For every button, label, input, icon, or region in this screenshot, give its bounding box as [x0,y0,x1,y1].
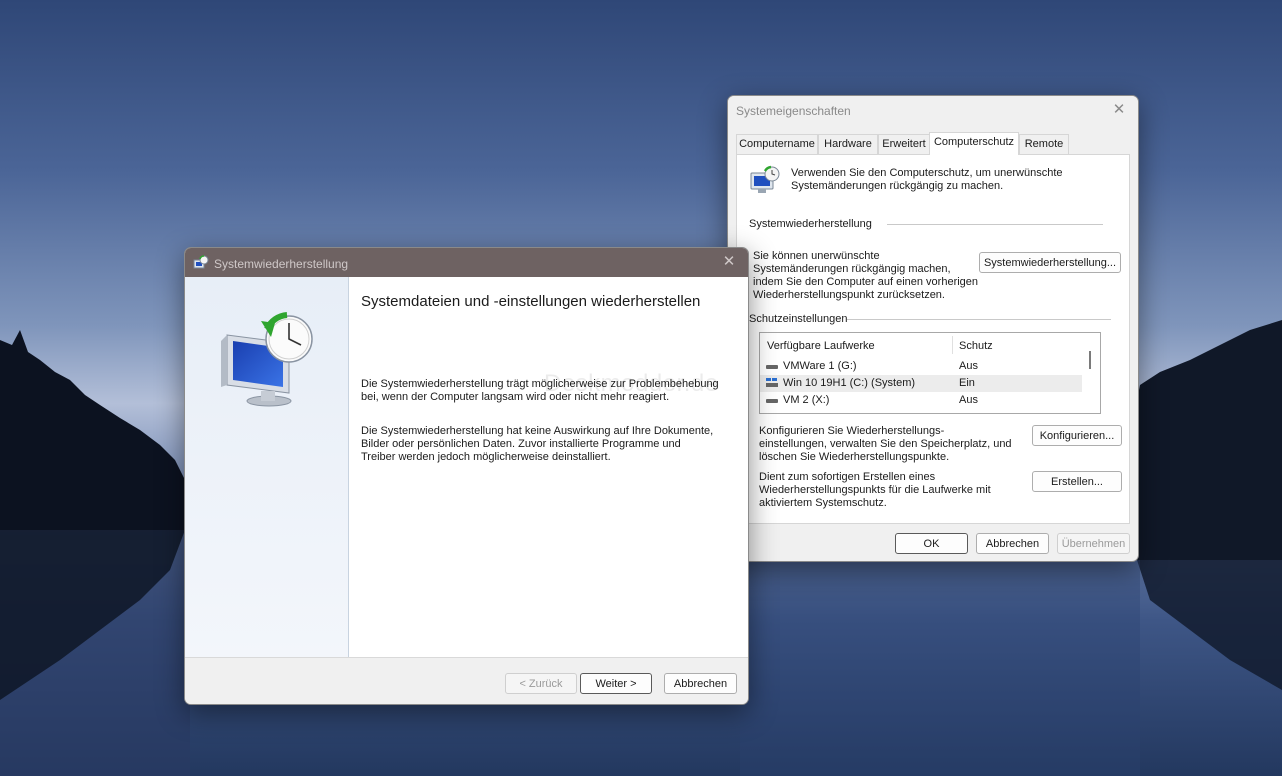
drive-row[interactable]: VM 2 (X:) Aus [760,392,1082,409]
description-paragraph-1-line-1: Die Systemwiederherstellung trägt möglic… [361,378,719,390]
close-icon[interactable]: ✕ [1110,101,1128,119]
tab-hardware[interactable]: Hardware [818,134,878,154]
tab-computerschutz[interactable]: Computerschutz [929,132,1019,155]
configure-description-line-3: löschen Sie Wiederherstellungspunkte. [759,451,950,463]
cancel-button[interactable]: Abbrechen [976,533,1049,554]
restore-description-line-2: Systemänderungen rückgängig machen, [753,263,951,275]
system-restore-titlebar[interactable]: Systemwiederherstellung ✕ [185,248,748,277]
list-scrollbar[interactable] [1089,351,1091,369]
system-properties-window: Systemeigenschaften ✕ Computername Hardw… [727,95,1139,562]
description-paragraph-2-line-1: Die Systemwiederherstellung hat keine Au… [361,425,714,437]
drive-protection-status: Ein [959,377,975,389]
intro-text-line-2: Systemänderungen rückgängig zu machen. [791,180,1004,192]
system-restore-window: Systemwiederherstellung ✕ Systemdateien … [184,247,749,705]
cancel-button[interactable]: Abbrechen [664,673,737,694]
tab-remote[interactable]: Remote [1019,134,1069,154]
column-divider [952,336,953,354]
system-restore-button[interactable]: Systemwiederherstellung... [979,252,1121,273]
restore-group-title: Systemwiederherstellung [749,218,872,230]
apply-button[interactable]: Übernehmen [1057,533,1130,554]
configure-button[interactable]: Konfigurieren... [1032,425,1122,446]
restore-description-line-3: indem Sie den Computer auf einen vorheri… [753,276,979,288]
drive-name: VM 2 (X:) [783,394,830,406]
configure-description-line-1: Konfigurieren Sie Wiederherstellungs- [759,425,945,437]
description-paragraph-2-line-2: Bilder oder persönlichen Daten. Zuvor in… [361,438,681,450]
drive-name: VMWare 1 (G:) [783,360,857,372]
window-title: Systemeigenschaften [736,104,851,118]
restore-description-line-1: Sie können unerwünschte [753,250,880,262]
next-button[interactable]: Weiter > [580,673,652,694]
create-description-line-3: aktiviertem Systemschutz. [759,497,887,509]
column-header-protection[interactable]: Schutz [959,340,993,353]
system-protection-icon [750,165,780,193]
computerschutz-panel: Verwenden Sie den Computerschutz, um une… [736,154,1130,524]
window-title: Systemwiederherstellung [214,257,349,271]
restore-description-line-4: Wiederherstellungspunkt zurücksetzen. [753,289,945,301]
create-description-line-1: Dient zum sofortigen Erstellen eines [759,471,936,483]
group-divider [887,224,1103,225]
wizard-sidebar [185,277,349,657]
create-description-line-2: Wiederherstellungspunkts für die Laufwer… [759,484,991,496]
description-paragraph-2-line-3: Treiber werden jedoch möglicherweise dei… [361,451,611,463]
back-button[interactable]: < Zurück [505,673,577,694]
page-title: Systemdateien und -einstellungen wiederh… [361,293,701,310]
tab-erweitert[interactable]: Erweitert [878,134,930,154]
system-drive-icon [766,378,778,387]
drive-icon [766,399,778,403]
drive-row[interactable]: Win 10 19H1 (C:) (System) Ein [760,375,1082,392]
drive-row[interactable]: VMWare 1 (G:) Aus [760,358,1082,375]
description-paragraph-1-line-2: bei, wenn der Computer langsam wird oder… [361,391,670,403]
column-header-drives[interactable]: Verfügbare Laufwerke [767,340,875,353]
system-restore-illustration-icon [221,312,313,407]
drive-protection-status: Aus [959,360,978,372]
close-icon[interactable]: ✕ [720,253,738,271]
ok-button[interactable]: OK [895,533,968,554]
drive-icon [766,365,778,369]
drives-listbox[interactable]: Verfügbare Laufwerke Schutz VMWare 1 (G:… [759,332,1101,414]
system-properties-titlebar[interactable]: Systemeigenschaften ✕ [728,96,1138,124]
intro-text-line-1: Verwenden Sie den Computerschutz, um une… [791,167,1063,179]
protection-group-title: Schutzeinstellungen [749,313,848,325]
tab-computername[interactable]: Computername [736,134,818,154]
drive-name: Win 10 19H1 (C:) (System) [783,377,916,389]
system-restore-title-icon [193,255,209,269]
drive-protection-status: Aus [959,394,978,406]
wizard-footer: < Zurück Weiter > Abbrechen [185,657,748,704]
create-restore-point-button[interactable]: Erstellen... [1032,471,1122,492]
group-divider [847,319,1111,320]
wizard-content: Systemdateien und -einstellungen wiederh… [349,277,748,657]
configure-description-line-2: einstellungen, verwalten Sie den Speiche… [759,438,1012,450]
